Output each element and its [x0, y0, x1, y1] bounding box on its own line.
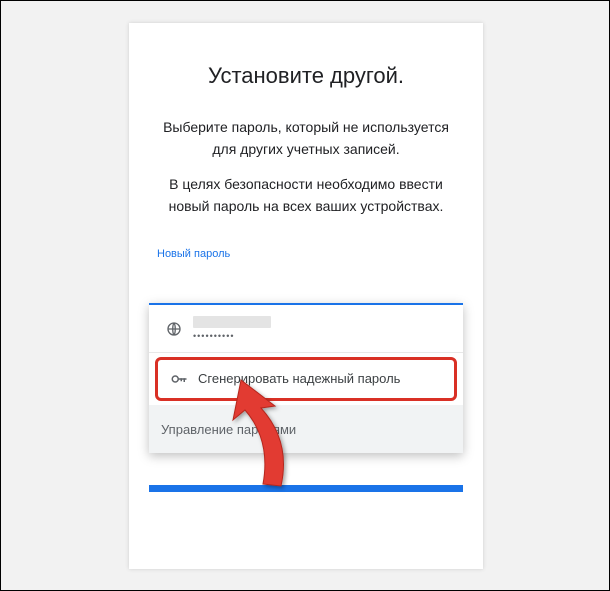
key-icon: [166, 370, 192, 388]
manage-passwords-item[interactable]: Управление паролями: [149, 405, 463, 453]
dialog-description-2: В целях безопасности необходимо ввести н…: [157, 174, 455, 217]
password-dialog: Установите другой. Выберите пароль, кото…: [129, 23, 483, 569]
field-underline: [149, 485, 463, 492]
dialog-title: Установите другой.: [157, 63, 455, 89]
generate-password-item[interactable]: Сгенерировать надежный пароль: [155, 357, 457, 401]
saved-password-item[interactable]: ••••••••••: [149, 305, 463, 353]
dialog-description-1: Выберите пароль, который не используется…: [157, 117, 455, 160]
site-name-redacted: [193, 316, 271, 328]
saved-password-info: ••••••••••: [187, 316, 451, 341]
password-mask: ••••••••••: [193, 332, 451, 341]
password-suggestion-dropdown: •••••••••• Сгенерировать надежный пароль…: [149, 303, 463, 453]
globe-icon: [161, 321, 187, 337]
generate-password-label: Сгенерировать надежный пароль: [198, 371, 400, 386]
manage-passwords-label: Управление паролями: [161, 422, 296, 437]
password-field-label: Новый пароль: [157, 248, 455, 260]
